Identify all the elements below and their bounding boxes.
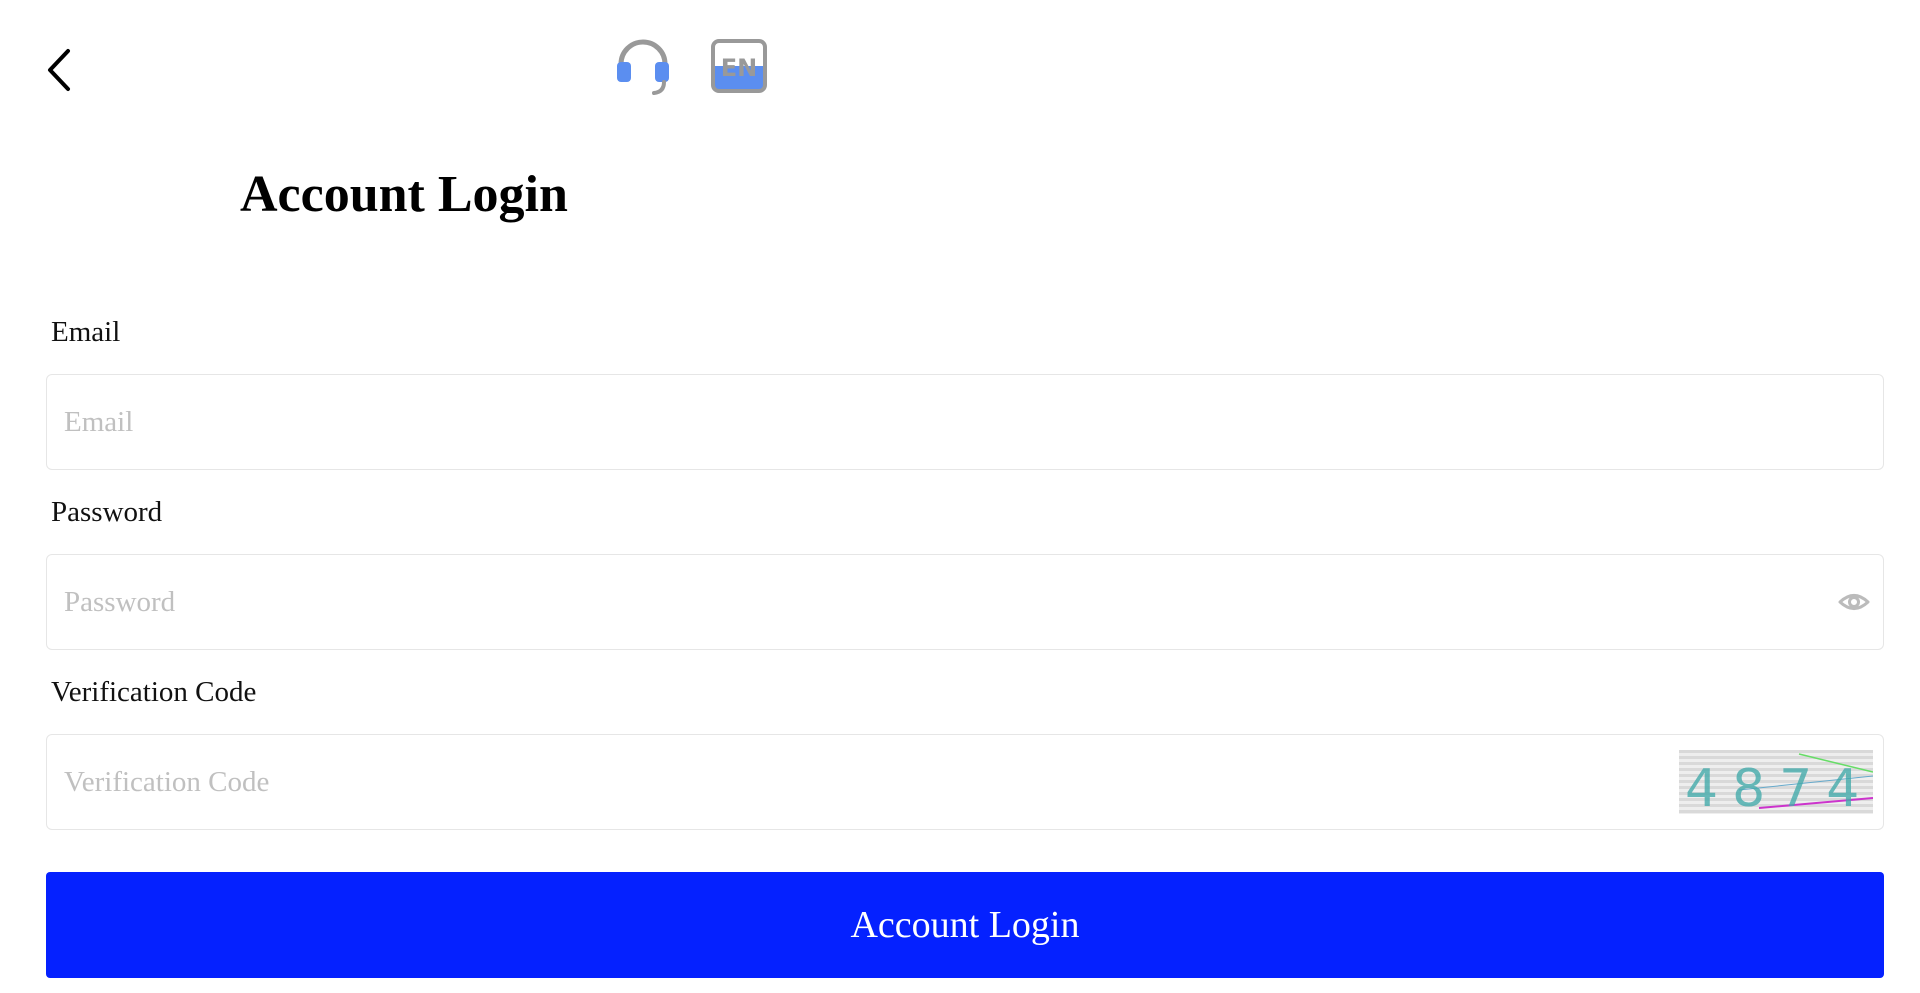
password-label: Password <box>51 496 163 528</box>
back-button[interactable] <box>42 42 76 98</box>
account-login-button[interactable]: Account Login <box>46 872 1884 978</box>
customer-support-button[interactable] <box>612 36 674 98</box>
language-icon: EN <box>711 39 767 93</box>
verification-field-container: 4874 <box>46 734 1884 830</box>
page-title: Account Login <box>240 166 568 223</box>
email-input[interactable] <box>64 375 1624 469</box>
password-visibility-toggle[interactable] <box>1837 585 1871 619</box>
captcha-graphic: 4874 <box>1685 753 1874 819</box>
headset-icon <box>617 39 669 95</box>
password-input[interactable] <box>64 555 1624 649</box>
email-label: Email <box>51 316 121 348</box>
login-page: EN Account Login Email Password Verifica… <box>0 0 1920 993</box>
password-field-container <box>46 554 1884 650</box>
eye-icon <box>1838 594 1870 610</box>
language-label: EN <box>721 54 757 82</box>
captcha-text: 4874 <box>1685 759 1873 814</box>
email-field-container <box>46 374 1884 470</box>
chevron-left-icon <box>48 49 70 91</box>
verification-code-input[interactable] <box>64 735 1624 829</box>
captcha-image[interactable]: 4874 <box>1679 750 1874 819</box>
language-button[interactable]: EN <box>710 38 768 94</box>
verification-code-label: Verification Code <box>51 676 257 708</box>
